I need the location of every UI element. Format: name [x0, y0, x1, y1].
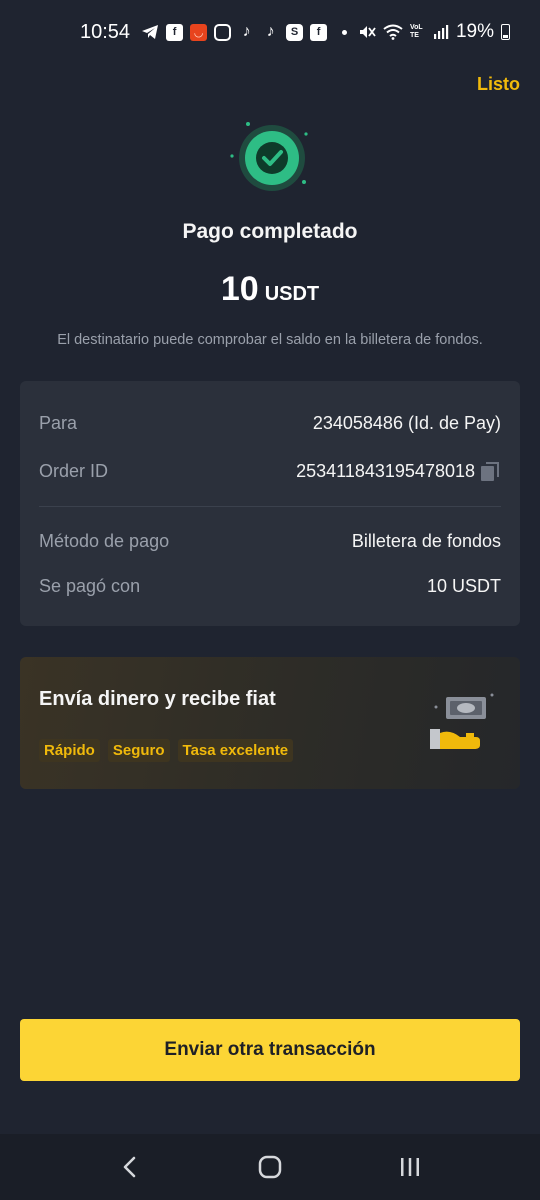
to-label: Para	[39, 413, 78, 433]
row-paid-with: Se pagó con 10 USDT	[39, 576, 501, 597]
status-time: 10:54	[80, 20, 131, 43]
page-title: Pago completado	[182, 220, 358, 243]
subtitle: El destinatario puede comprobar el saldo…	[57, 332, 483, 348]
recents-button[interactable]	[380, 1137, 440, 1197]
back-icon	[123, 1156, 136, 1178]
status-right: VoLTE 19%	[358, 21, 510, 43]
promo-banner[interactable]: Envía dinero y recibe fiat Rápido Seguro…	[20, 657, 520, 789]
send-another-button[interactable]: Enviar otra transacción	[20, 1019, 520, 1081]
battery-icon	[501, 24, 510, 40]
aliexpress-icon: ◡	[190, 23, 208, 41]
battery-percent: 19%	[455, 21, 494, 42]
status-left: 10:54 f ◡ ♪ ♪ S f	[80, 20, 348, 44]
money-hand-icon	[430, 693, 494, 749]
done-button[interactable]: Listo	[477, 74, 520, 95]
amount: 10 USDT	[0, 270, 540, 309]
check-circle-icon	[230, 122, 308, 191]
network-label: VoLTE	[409, 24, 423, 39]
tag-rapido: Rápido	[39, 739, 100, 762]
row-payment-method: Método de pago Billetera de fondos	[39, 531, 501, 552]
payment-method-value: Billetera de fondos	[351, 531, 501, 551]
amount-unit: USDT	[264, 283, 320, 305]
wifi-icon	[383, 24, 403, 40]
mute-icon	[359, 26, 376, 38]
divider	[39, 506, 501, 507]
instagram-icon	[214, 23, 232, 41]
row-to: Para 234058486 (Id. de Pay)	[39, 413, 501, 434]
home-button[interactable]	[240, 1137, 300, 1197]
telegram-icon	[142, 25, 159, 39]
paid-with-label: Se pagó con	[39, 576, 141, 596]
order-id-value-wrap: 253411843195478018	[296, 461, 501, 482]
row-order-id: Order ID 253411843195478018	[39, 461, 501, 482]
amount-value: 10	[220, 270, 259, 308]
signal-icon	[433, 25, 449, 39]
order-id-label: Order ID	[39, 461, 109, 481]
tag-tasa: Tasa excelente	[177, 739, 294, 762]
promo-title: Envía dinero y recibe fiat	[39, 688, 276, 710]
back-button[interactable]	[100, 1137, 160, 1197]
facebook-icon: f	[166, 23, 184, 41]
status-bar: 10:54 f ◡ ♪ ♪ S f VoLTE 19%	[0, 0, 540, 64]
tiktok-icon-2: ♪	[266, 23, 275, 40]
promo-tags: Rápido Seguro Tasa excelente	[39, 739, 294, 762]
skype-icon: S	[286, 23, 304, 41]
payment-method-label: Método de pago	[39, 531, 170, 551]
tiktok-icon: ♪	[242, 23, 251, 40]
recents-icon	[401, 1158, 419, 1176]
order-id-value: 253411843195478018	[296, 461, 475, 481]
details-card: Para 234058486 (Id. de Pay) Order ID 253…	[20, 381, 520, 626]
to-value: 234058486 (Id. de Pay)	[312, 413, 501, 433]
copy-icon[interactable]	[481, 461, 501, 482]
tag-seguro: Seguro	[107, 739, 170, 762]
home-icon	[258, 1155, 282, 1179]
paid-with-value: 10 USDT	[426, 576, 501, 596]
more-notifications-dot	[342, 29, 348, 35]
facebook-icon-2: f	[310, 23, 328, 41]
system-nav-bar	[0, 1134, 540, 1200]
